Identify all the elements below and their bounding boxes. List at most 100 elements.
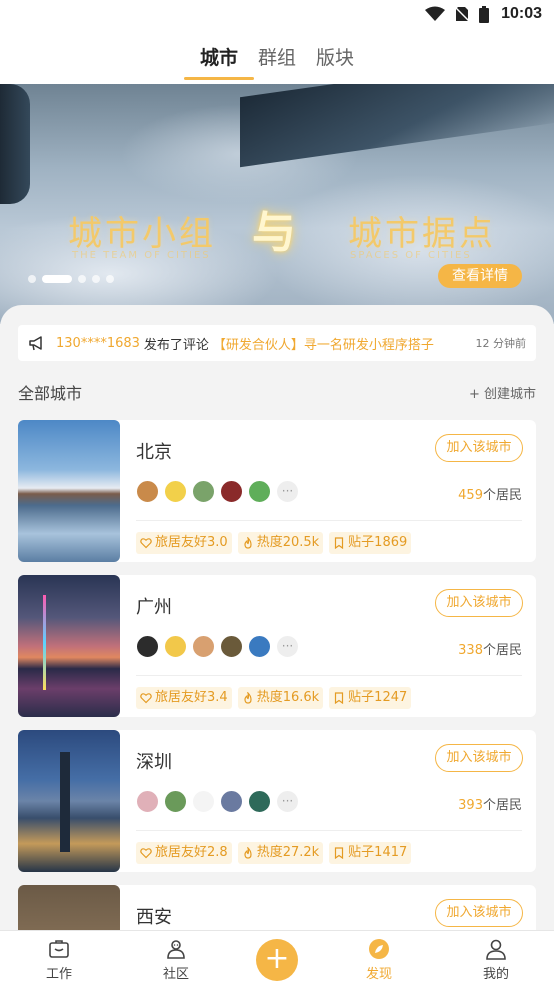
- banner-tower-image: [0, 84, 30, 204]
- tab-sections[interactable]: 版块: [312, 30, 358, 84]
- resident-number: 459: [458, 488, 483, 503]
- heat-tag: 热度20.5k: [237, 532, 324, 554]
- avatar[interactable]: [192, 480, 215, 503]
- notice-action: 发布了评论: [143, 337, 209, 353]
- avatar[interactable]: [192, 635, 215, 658]
- skyscraper-shape: [60, 752, 70, 852]
- tab-groups[interactable]: 群组: [254, 30, 300, 84]
- carousel-dot[interactable]: [92, 275, 100, 283]
- posts-text: 贴子1869: [348, 535, 408, 550]
- content-sheet: 130****1683 发布了评论 【研发合伙人】寻一名研发小程序搭子 12 分…: [0, 305, 554, 986]
- avatar[interactable]: [136, 480, 159, 503]
- join-city-button[interactable]: 加入该城市: [435, 434, 523, 462]
- city-card-shenzhen[interactable]: 深圳 加入该城市 ··· 393个居民 旅居友好2.8 热度27.2k 贴子14…: [18, 730, 536, 872]
- divider: [136, 675, 522, 676]
- resident-count: 338个居民: [458, 639, 522, 658]
- city-card-beijing[interactable]: 北京 加入该城市 ··· 459个居民 旅居友好3.0 热度20.5k 贴子18…: [18, 420, 536, 562]
- bookmark-icon: [335, 847, 344, 859]
- status-time: 10:03: [501, 5, 542, 22]
- resident-count: 459个居民: [458, 484, 522, 503]
- heat-text: 热度16.6k: [256, 690, 320, 705]
- resident-avatars: ···: [136, 790, 299, 813]
- heat-tag: 热度27.2k: [237, 842, 324, 864]
- battery-icon: [479, 5, 490, 23]
- join-city-button[interactable]: 加入该城市: [435, 899, 523, 927]
- tab-cities[interactable]: 城市: [183, 30, 255, 84]
- heart-icon: [140, 848, 152, 859]
- resident-number: 338: [458, 643, 483, 658]
- avatar[interactable]: [248, 480, 271, 503]
- banner-subtitle-right: SPACES OF CITIES: [350, 250, 472, 261]
- more-avatars-icon[interactable]: ···: [276, 635, 299, 658]
- view-details-button[interactable]: 查看详情: [438, 264, 522, 288]
- avatar[interactable]: [192, 790, 215, 813]
- nav-item-me[interactable]: 我的: [456, 937, 536, 982]
- canton-tower-shape: [43, 595, 46, 690]
- nav-item-work[interactable]: 工作: [19, 937, 99, 982]
- city-name: 深圳: [136, 752, 172, 773]
- friendly-tag: 旅居友好3.0: [136, 532, 232, 554]
- city-card-guangzhou[interactable]: 广州 加入该城市 ··· 338个居民 旅居友好3.4 热度16.6k 贴子12…: [18, 575, 536, 717]
- city-name: 西安: [136, 907, 172, 928]
- banner-symbol: 与: [252, 207, 296, 258]
- avatar[interactable]: [164, 480, 187, 503]
- notice-user[interactable]: 130****1683: [56, 336, 140, 351]
- section-header: 全部城市 + 创建城市: [18, 381, 536, 403]
- more-avatars-icon[interactable]: ···: [276, 790, 299, 813]
- community-icon: [167, 940, 185, 959]
- avatar[interactable]: [248, 790, 271, 813]
- resident-suffix: 个居民: [482, 643, 522, 658]
- nav-item-community[interactable]: 社区: [136, 937, 216, 982]
- carousel-dot[interactable]: [106, 275, 114, 283]
- city-photo: [18, 420, 120, 562]
- top-tabs: 城市 群组 版块: [0, 30, 554, 84]
- banner-subtitle-left: THE TEAM OF CITIES: [72, 250, 211, 261]
- banner-carousel[interactable]: 城市小组 与 城市据点 THE TEAM OF CITIES SPACES OF…: [0, 84, 554, 324]
- notice-topic[interactable]: 【研发合伙人】寻一名研发小程序搭子: [213, 334, 434, 353]
- banner-title-left: 城市小组: [68, 215, 216, 253]
- avatar[interactable]: [248, 635, 271, 658]
- resident-avatars: ···: [136, 480, 299, 503]
- notice-bar[interactable]: 130****1683 发布了评论 【研发合伙人】寻一名研发小程序搭子 12 分…: [18, 325, 536, 361]
- city-tags: 旅居友好3.0 热度20.5k 贴子1869: [136, 532, 412, 554]
- avatar[interactable]: [220, 480, 243, 503]
- avatar[interactable]: [136, 790, 159, 813]
- join-city-button[interactable]: 加入该城市: [435, 744, 523, 772]
- avatar[interactable]: [136, 635, 159, 658]
- avatar[interactable]: [220, 635, 243, 658]
- megaphone-icon: [29, 336, 42, 351]
- city-name: 北京: [136, 442, 172, 463]
- nav-item-discover[interactable]: 发现: [339, 937, 419, 982]
- heat-text: 热度20.5k: [256, 535, 320, 550]
- join-city-button[interactable]: 加入该城市: [435, 589, 523, 617]
- heart-icon: [140, 693, 152, 704]
- create-city-button[interactable]: + 创建城市: [469, 383, 536, 402]
- add-button[interactable]: +: [256, 939, 298, 981]
- more-avatars-icon[interactable]: ···: [276, 480, 299, 503]
- carousel-dot-active[interactable]: [42, 275, 72, 283]
- divider: [136, 830, 522, 831]
- resident-avatars: ···: [136, 635, 299, 658]
- nav-label-me: 我的: [482, 967, 509, 982]
- flame-icon: [244, 847, 252, 859]
- bookmark-icon: [335, 537, 344, 549]
- nav-label-discover: 发现: [365, 967, 392, 982]
- friendly-tag: 旅居友好2.8: [136, 842, 232, 864]
- flame-icon: [244, 692, 252, 704]
- notice-time: 12 分钟前: [475, 337, 527, 350]
- nav-label-work: 工作: [45, 967, 72, 982]
- bottom-nav: 工作 社区 + 发现 我的: [0, 930, 554, 986]
- resident-suffix: 个居民: [482, 798, 522, 813]
- avatar[interactable]: [220, 790, 243, 813]
- avatar[interactable]: [164, 635, 187, 658]
- carousel-dot[interactable]: [78, 275, 86, 283]
- bookmark-icon: [335, 692, 344, 704]
- compass-icon: [369, 939, 389, 959]
- carousel-dot[interactable]: [28, 275, 36, 283]
- status-bar: 10:03: [0, 0, 554, 30]
- posts-text: 贴子1417: [348, 845, 408, 860]
- friendly-tag: 旅居友好3.4: [136, 687, 232, 709]
- banner-title-right: 城市据点: [348, 215, 496, 253]
- avatar[interactable]: [164, 790, 187, 813]
- no-sim-icon: [455, 6, 470, 22]
